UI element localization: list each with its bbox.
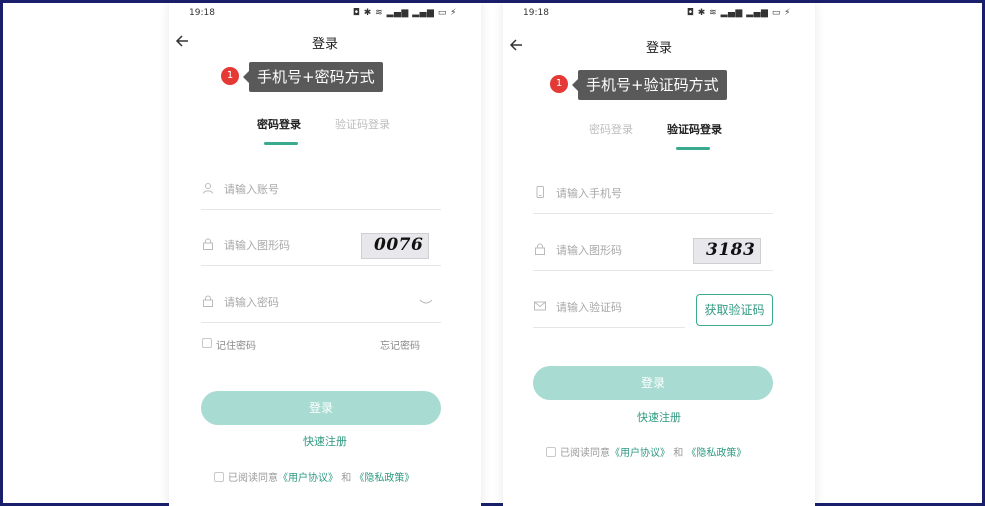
agreement-prefix: 已阅读同意 <box>560 448 610 459</box>
phone-field[interactable]: 请输入手机号 <box>533 174 773 214</box>
tab-sms-login[interactable]: 验证码登录 <box>667 121 722 137</box>
callout-label: 手机号+密码方式 <box>243 62 383 92</box>
captcha-image[interactable]: 0076 <box>361 233 429 259</box>
captcha-image[interactable]: 3183 <box>693 238 761 264</box>
status-time: 19:18 <box>523 8 549 18</box>
get-code-button[interactable]: 获取验证码 <box>696 294 773 326</box>
captcha-placeholder: 请输入图形码 <box>224 239 290 252</box>
password-field[interactable]: 请输入密码 <box>201 283 441 323</box>
status-icons: ◘ ✱ ≋ ▂▄▆ ▂▄▆ ▭ ⚡ <box>352 8 457 18</box>
register-link[interactable]: 快速注册 <box>169 433 481 449</box>
login-button[interactable]: 登录 <box>201 391 441 425</box>
forgot-password-link[interactable]: 忘记密码 <box>380 337 420 352</box>
status-bar: 19:18 ◘ ✱ ≋ ▂▄▆ ▂▄▆ ▭ ⚡ <box>503 6 815 24</box>
agreement-row: 已阅读同意《用户协议》 和 《隐私政策》 <box>546 444 746 459</box>
active-tab-indicator <box>676 147 710 150</box>
tab-password-login[interactable]: 密码登录 <box>257 116 301 132</box>
phone-icon <box>536 186 544 198</box>
callout-number-badge: 1 <box>221 67 239 85</box>
agree-checkbox[interactable] <box>214 472 224 482</box>
user-icon <box>203 183 213 194</box>
active-tab-indicator <box>264 142 298 145</box>
user-agreement-link[interactable]: 《用户协议》 <box>610 448 670 459</box>
status-bar: 19:18 ◘ ✱ ≋ ▂▄▆ ▂▄▆ ▭ ⚡ <box>169 6 481 24</box>
page-title: 登录 <box>645 41 672 56</box>
page-title: 登录 <box>311 37 338 52</box>
eye-closed-icon[interactable] <box>419 298 433 306</box>
callout-number-badge: 1 <box>550 75 568 93</box>
account-placeholder: 请输入账号 <box>224 183 279 196</box>
status-icons: ◘ ✱ ≋ ▂▄▆ ▂▄▆ ▭ ⚡ <box>686 8 791 18</box>
agreement-row: 已阅读同意《用户协议》 和 《隐私政策》 <box>214 469 414 484</box>
status-time: 19:18 <box>189 8 215 18</box>
captcha-text: 3183 <box>706 240 756 260</box>
user-agreement-link[interactable]: 《用户协议》 <box>278 473 338 484</box>
phone-password-login: 19:18 ◘ ✱ ≋ ▂▄▆ ▂▄▆ ▭ ⚡ 登录 1 手机号+密码方式 密码… <box>169 3 481 506</box>
agree-checkbox[interactable] <box>546 447 556 457</box>
privacy-policy-link[interactable]: 《隐私政策》 <box>686 448 746 459</box>
phone-sms-login: 19:18 ◘ ✱ ≋ ▂▄▆ ▂▄▆ ▭ ⚡ 登录 1 手机号+验证码方式 密… <box>503 3 815 506</box>
remember-label: 记住密码 <box>216 341 256 352</box>
agreement-and: 和 <box>673 448 684 459</box>
sms-code-field[interactable]: 请输入验证码 <box>533 288 685 328</box>
login-button[interactable]: 登录 <box>533 366 773 400</box>
captcha-text: 0076 <box>374 235 424 255</box>
tab-sms-login[interactable]: 验证码登录 <box>335 116 390 132</box>
sms-code-placeholder: 请输入验证码 <box>556 301 622 314</box>
tab-password-login[interactable]: 密码登录 <box>589 121 633 137</box>
agreement-and: 和 <box>341 473 352 484</box>
screenshot-canvas <box>3 3 982 503</box>
remember-checkbox[interactable] <box>202 338 212 348</box>
agreement-prefix: 已阅读同意 <box>228 473 278 484</box>
captcha-placeholder: 请输入图形码 <box>556 244 622 257</box>
lock-icon <box>203 238 213 250</box>
privacy-policy-link[interactable]: 《隐私政策》 <box>354 473 414 484</box>
password-placeholder: 请输入密码 <box>224 296 279 309</box>
account-field[interactable]: 请输入账号 <box>201 170 441 210</box>
lock-icon <box>203 295 213 307</box>
lock-icon <box>535 243 545 255</box>
register-link[interactable]: 快速注册 <box>503 409 815 425</box>
callout-label: 手机号+验证码方式 <box>572 70 727 100</box>
phone-placeholder: 请输入手机号 <box>556 187 622 200</box>
mail-icon <box>534 301 546 311</box>
